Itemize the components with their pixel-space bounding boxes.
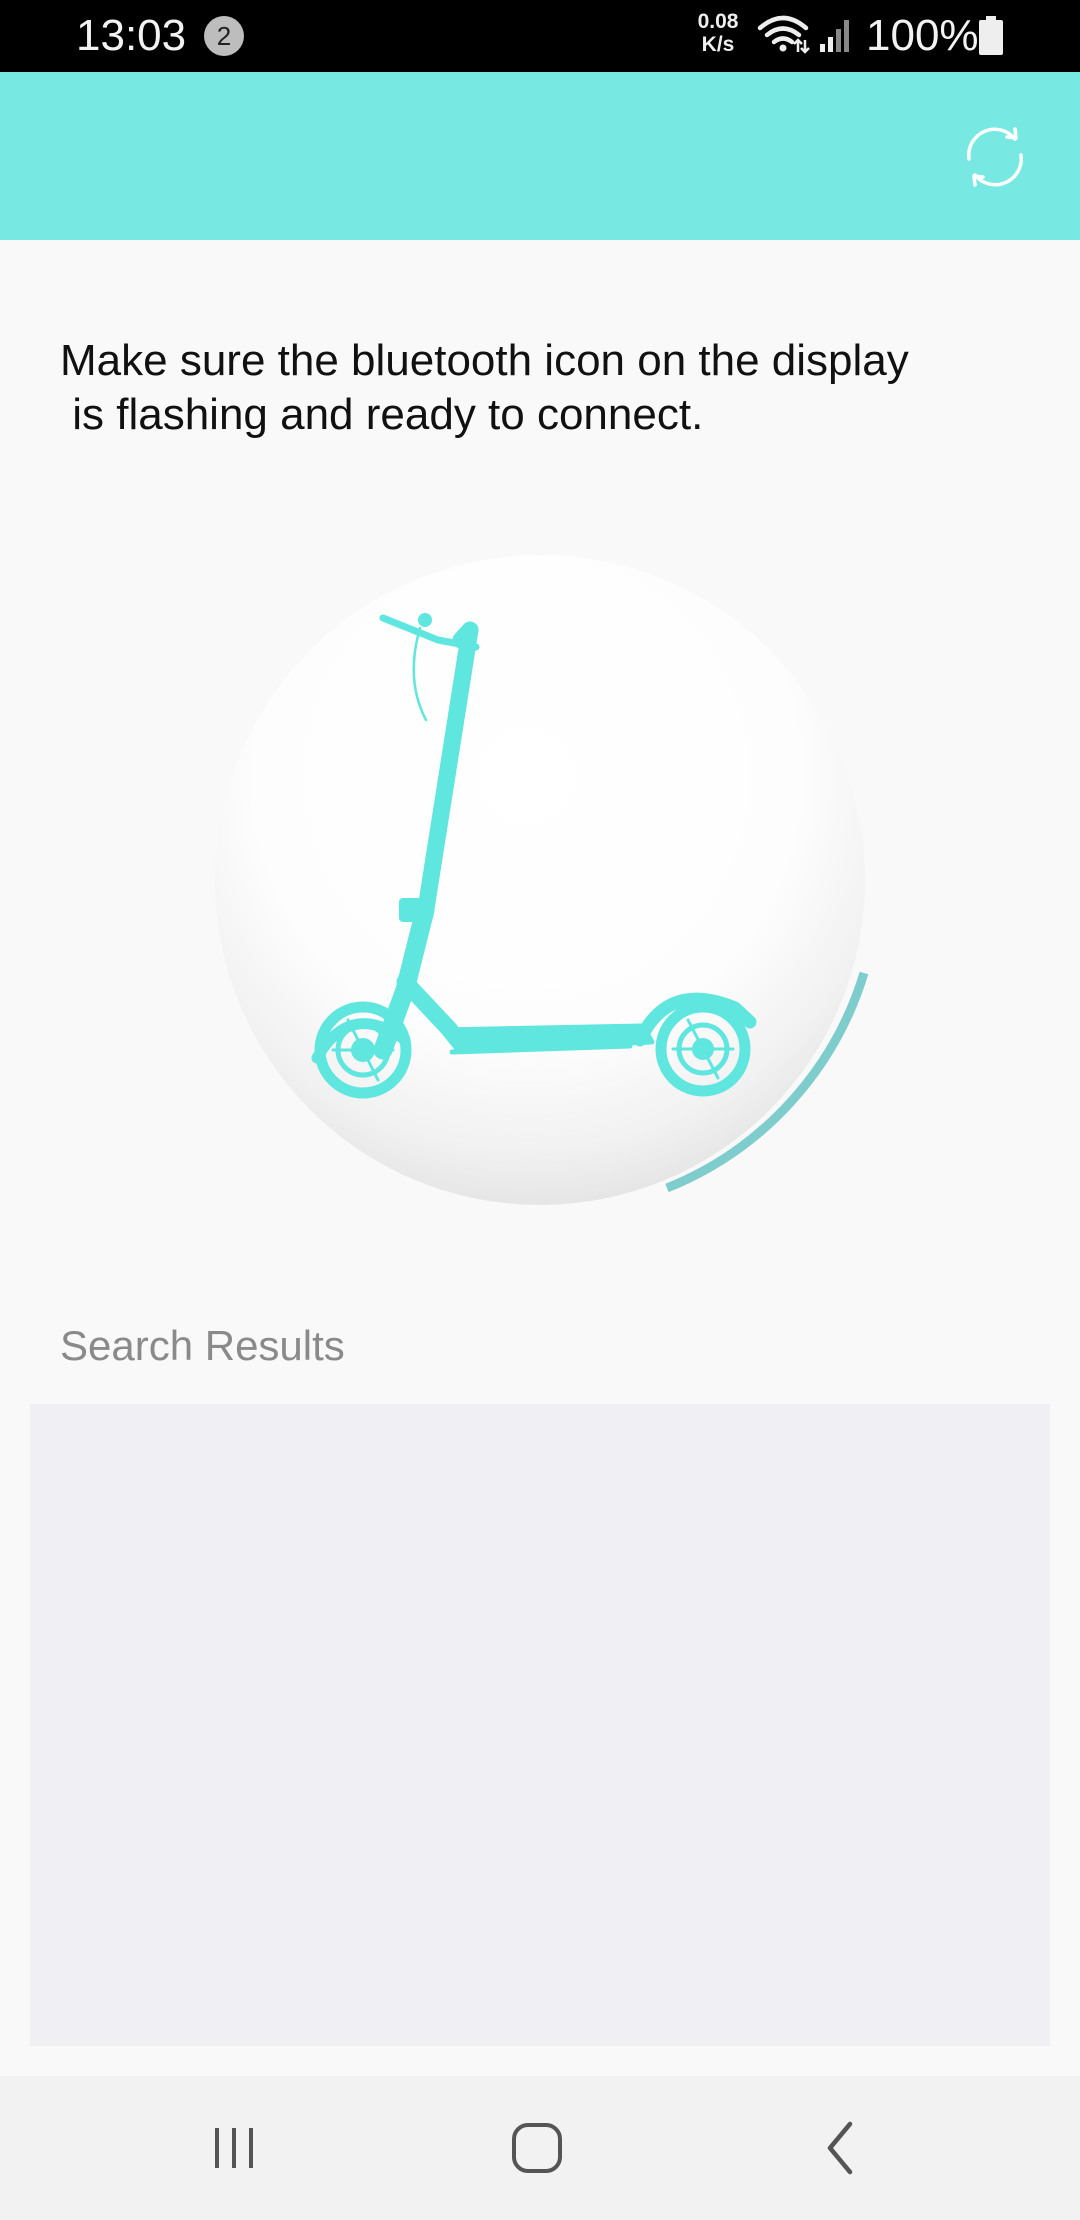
- refresh-icon: [966, 127, 1024, 187]
- network-speed-value: 0.08: [697, 10, 739, 33]
- signal-icon: [818, 16, 854, 59]
- status-bar: 13:03 2 0.08 K/s 100%: [0, 0, 1080, 72]
- back-icon: [827, 2121, 853, 2175]
- search-results-list[interactable]: [30, 1404, 1050, 2046]
- notification-badge: 2: [204, 16, 244, 56]
- wifi-icon: [756, 14, 810, 59]
- battery-percentage: 100%: [866, 11, 979, 60]
- navigation-bar: [0, 2076, 1080, 2220]
- bluetooth-scanner: [180, 520, 900, 1240]
- app-header: [0, 72, 1080, 240]
- back-button[interactable]: [792, 2112, 888, 2184]
- recent-apps-icon: [215, 2128, 253, 2168]
- network-speed-unit: K/s: [701, 33, 735, 56]
- refresh-button[interactable]: [956, 118, 1034, 196]
- scanner-sphere: [215, 555, 865, 1205]
- home-button[interactable]: [489, 2112, 585, 2184]
- battery-icon: [978, 16, 1004, 61]
- status-time: 13:03: [76, 11, 187, 60]
- recent-apps-button[interactable]: [186, 2112, 282, 2184]
- instruction-text: Make sure the bluetooth icon on the disp…: [60, 336, 909, 439]
- search-results-title: Search Results: [60, 1322, 345, 1369]
- home-icon: [512, 2123, 562, 2173]
- network-speed: 0.08 K/s: [690, 10, 746, 56]
